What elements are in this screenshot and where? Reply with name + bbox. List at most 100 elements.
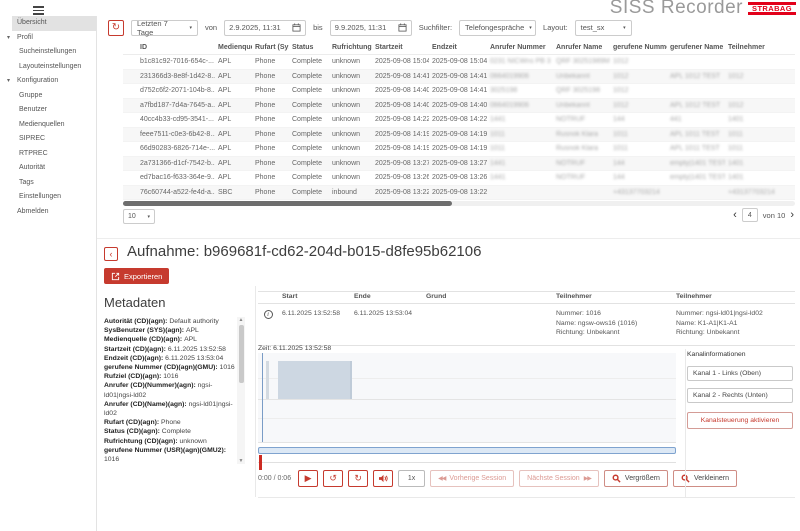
prev-page-button[interactable]: ‹: [733, 208, 737, 222]
date-range-select[interactable]: Letzten 7 Tage ▾: [131, 20, 198, 36]
next-session-button[interactable]: Nächste Session ▶▶: [519, 470, 599, 487]
column-header[interactable]: Endzeit: [429, 40, 487, 54]
sidebar-item[interactable]: Übersicht: [12, 16, 96, 31]
row-select-cell[interactable]: [123, 128, 137, 142]
table-row[interactable]: 40cc4b33-cd95-3541-...APLPhoneCompleteun…: [123, 113, 795, 128]
page-size-select[interactable]: 10 ▾: [123, 209, 155, 224]
play-button[interactable]: ▶: [298, 470, 318, 487]
table-row[interactable]: feee7511-c0e3-6b42-8...APLPhoneCompleteu…: [123, 128, 795, 143]
column-header[interactable]: Status: [289, 40, 329, 54]
calendar-icon[interactable]: [292, 23, 301, 32]
column-header[interactable]: Anrufer Name: [553, 40, 610, 54]
layout-select[interactable]: test_sx ▾: [575, 20, 632, 36]
column-header[interactable]: Rufrichtung: [329, 40, 372, 54]
sidebar-item[interactable]: Einstellungen: [0, 190, 96, 205]
table-row[interactable]: 2a731366-d1cf-7542-b...APLPhoneCompleteu…: [123, 157, 795, 172]
volume-button[interactable]: [373, 470, 393, 487]
info-icon[interactable]: i: [264, 310, 273, 319]
table-row[interactable]: b1c81c92-7016-654c-...APLPhoneCompleteun…: [123, 55, 795, 70]
cell-teilnehmer: 1012: [725, 99, 795, 113]
column-header[interactable]: Anrufer Nummer: [487, 40, 553, 54]
column-header[interactable]: Teilnehmer: [725, 40, 795, 54]
sidebar-item[interactable]: Benutzer: [0, 103, 96, 118]
forward-icon: ▶▶: [584, 475, 591, 482]
sidebar-item[interactable]: Sucheinstellungen: [0, 45, 96, 60]
bis-date-value: 9.9.2025, 11:31: [335, 23, 387, 32]
session-reason: [422, 309, 552, 338]
row-select-cell[interactable]: [123, 157, 137, 171]
sidebar-item[interactable]: ▾Profil: [0, 31, 96, 46]
sidebar-item[interactable]: Layouteinstellungen: [0, 60, 96, 75]
zoom-in-button[interactable]: Vergrößern: [604, 470, 668, 487]
row-select-cell[interactable]: [123, 99, 137, 113]
column-header[interactable]: Rufart (Sys): [252, 40, 289, 54]
column-header[interactable]: Startzeit: [372, 40, 429, 54]
sidebar-item[interactable]: SIPREC: [0, 132, 96, 147]
metadata-scrollbar[interactable]: ▲ ▼: [237, 317, 245, 464]
channel-control-activate-button[interactable]: Kanalsteuerung aktivieren: [687, 412, 793, 429]
column-header[interactable]: gerufene Nummer: [610, 40, 667, 54]
table-row[interactable]: ed7bac16-f633-364e-9...APLPhoneCompleteu…: [123, 171, 795, 186]
table-row[interactable]: a7fbd187-7d4a-7645-a...APLPhoneCompleteu…: [123, 99, 795, 114]
channel-2-box[interactable]: Kanal 2 - Rechts (Unten): [687, 388, 793, 403]
horizontal-scrollbar[interactable]: [123, 201, 795, 206]
cell-rufart: Phone: [252, 157, 289, 171]
sidebar-item[interactable]: ▾Konfiguration: [0, 74, 96, 89]
row-select-cell[interactable]: [123, 186, 137, 200]
refresh-button[interactable]: ↻: [108, 20, 124, 36]
current-page-input[interactable]: 4: [742, 208, 758, 222]
reload-icon[interactable]: ↻: [348, 470, 368, 487]
playback-speed-button[interactable]: 1x: [398, 470, 425, 487]
row-select-cell[interactable]: [123, 84, 137, 98]
column-header[interactable]: Medienquelle: [215, 40, 252, 54]
app-title: SISS Recorder: [610, 0, 743, 19]
session-participant-1: Nummer: 1016 Name: ngsw-ows16 (1016) Ric…: [552, 309, 672, 338]
bis-date-input[interactable]: 9.9.2025, 11:31: [330, 20, 412, 36]
timeline-overview-bar[interactable]: [258, 447, 676, 454]
cell-status: Complete: [289, 171, 329, 185]
back-button[interactable]: ‹: [104, 247, 118, 261]
suchfilter-select[interactable]: Telefongespräche ▾: [459, 20, 536, 36]
table-row[interactable]: 66d90283-6826-714e-...APLPhoneCompleteun…: [123, 142, 795, 157]
column-header: Teilnehmer: [552, 292, 672, 303]
sidebar-item[interactable]: Gruppe: [0, 89, 96, 104]
cell-id: 76c60744-a522-fe4d-a...: [137, 186, 215, 200]
next-page-button[interactable]: ›: [790, 208, 794, 222]
sidebar-item[interactable]: Tags: [0, 176, 96, 191]
table-row[interactable]: 76c60744-a522-fe4d-a...SBCPhoneCompletei…: [123, 186, 795, 201]
row-select-cell[interactable]: [123, 113, 137, 127]
waveform-view[interactable]: [258, 353, 676, 443]
sidebar-nav: Übersicht▾ProfilSucheinstellungenLayoute…: [0, 16, 97, 531]
playhead-marker[interactable]: [259, 455, 262, 470]
scroll-up-icon[interactable]: ▲: [237, 317, 245, 323]
seek-track[interactable]: [258, 462, 676, 463]
restart-icon[interactable]: ↺: [323, 470, 343, 487]
sidebar-item[interactable]: RTPREC: [0, 147, 96, 162]
cell-rufart: Phone: [252, 84, 289, 98]
von-date-input[interactable]: 2.9.2025, 11:31: [224, 20, 306, 36]
previous-session-button[interactable]: ◀◀ Vorherige Session: [430, 470, 514, 487]
table-row[interactable]: 231366d3-8e8f-1d42-8...APLPhoneCompleteu…: [123, 70, 795, 85]
calendar-icon[interactable]: [398, 23, 407, 32]
column-header[interactable]: gerufener Name: [667, 40, 725, 54]
channel-1-box[interactable]: Kanal 1 - Links (Oben): [687, 366, 793, 381]
row-select-cell[interactable]: [123, 171, 137, 185]
session-row[interactable]: i 6.11.2025 13:52:58 6.11.2025 13:53:04 …: [258, 304, 795, 346]
scrollbar-thumb[interactable]: [123, 201, 452, 206]
sidebar-item[interactable]: Abmelden: [0, 205, 96, 220]
sidebar-item[interactable]: Autorität: [0, 161, 96, 176]
column-header[interactable]: ID: [137, 40, 215, 54]
row-select-cell[interactable]: [123, 55, 137, 69]
zoom-out-button[interactable]: Verkleinern: [673, 470, 737, 487]
table-row[interactable]: d752c6f2-2071-104b-8...APLPhoneCompleteu…: [123, 84, 795, 99]
export-button[interactable]: Exportieren: [104, 268, 169, 284]
scroll-down-icon[interactable]: ▼: [237, 458, 245, 464]
sidebar-item[interactable]: Medienquellen: [0, 118, 96, 133]
cell-id: 40cc4b33-cd95-3541-...: [137, 113, 215, 127]
row-select-cell[interactable]: [123, 142, 137, 156]
cell-medienquelle: APL: [215, 113, 252, 127]
row-select-cell[interactable]: [123, 70, 137, 84]
scrollbar-thumb[interactable]: [239, 325, 244, 383]
menu-icon[interactable]: [33, 6, 44, 17]
sidebar-item-label: Konfiguration: [17, 77, 58, 84]
